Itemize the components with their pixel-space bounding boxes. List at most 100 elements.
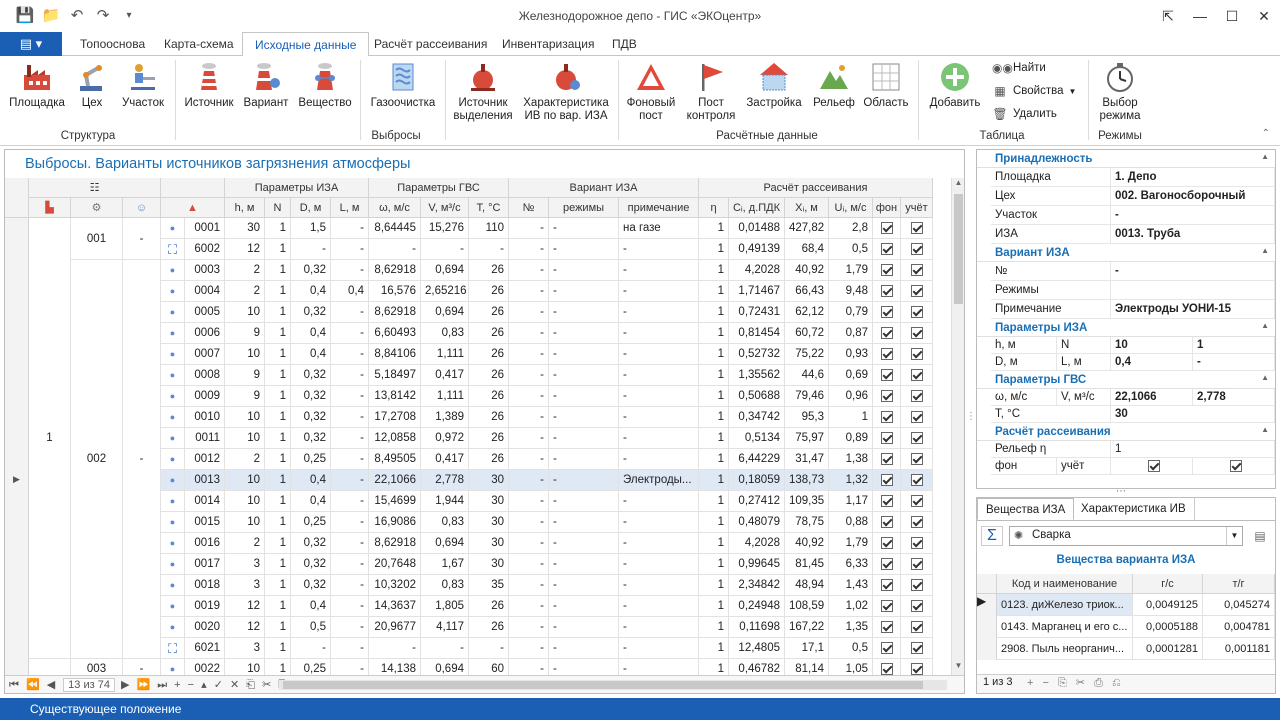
zastroyka-button[interactable]: Застройка bbox=[744, 58, 804, 110]
cell-v[interactable]: 0,417 bbox=[421, 449, 469, 470]
cell-t[interactable]: 26 bbox=[469, 344, 509, 365]
cell-v[interactable]: 1,111 bbox=[421, 344, 469, 365]
cell-u[interactable]: 1 bbox=[829, 407, 873, 428]
cell-prim[interactable]: Электроды... bbox=[619, 470, 699, 491]
cell-num[interactable]: - bbox=[509, 407, 549, 428]
column-header-eta[interactable]: η bbox=[699, 198, 729, 218]
iza-number-cell[interactable]: 0018 bbox=[185, 575, 225, 596]
cell-prim[interactable]: - bbox=[619, 596, 699, 617]
cell-n[interactable]: 1 bbox=[265, 512, 291, 533]
checkmark-icon[interactable] bbox=[880, 515, 893, 528]
property-category[interactable]: Параметры ГВС bbox=[977, 371, 1275, 389]
cell-rej[interactable]: - bbox=[549, 323, 619, 344]
substances-column-header[interactable]: т/г bbox=[1203, 574, 1275, 594]
cell-l[interactable]: - bbox=[331, 554, 369, 575]
cell-v[interactable]: 0,694 bbox=[421, 659, 469, 675]
cell-v[interactable]: 1,944 bbox=[421, 491, 469, 512]
cell-t[interactable]: 30 bbox=[469, 512, 509, 533]
cell-t[interactable]: 26 bbox=[469, 617, 509, 638]
cell-w[interactable]: 15,4699 bbox=[369, 491, 421, 512]
column-header-num[interactable]: № bbox=[509, 198, 549, 218]
cell-h[interactable]: 10 bbox=[225, 470, 265, 491]
cell-n[interactable]: 1 bbox=[265, 659, 291, 675]
cell-c[interactable]: 0,11698 bbox=[729, 617, 785, 638]
cell-c[interactable]: 0,99645 bbox=[729, 554, 785, 575]
cell-n[interactable]: 1 bbox=[265, 428, 291, 449]
cell-num[interactable]: - bbox=[509, 575, 549, 596]
cell-v[interactable]: 0,83 bbox=[421, 323, 469, 344]
cell-prim[interactable]: - bbox=[619, 239, 699, 260]
property-category[interactable]: Расчёт рассеивания bbox=[977, 423, 1275, 441]
cell-x[interactable]: 95,3 bbox=[785, 407, 829, 428]
nav-first-prev-icon[interactable]: ⏮ ⏪ ◀ bbox=[5, 678, 57, 692]
cell-u[interactable]: 0,69 bbox=[829, 365, 873, 386]
cell-prim[interactable]: - bbox=[619, 407, 699, 428]
cell-n[interactable]: 1 bbox=[265, 491, 291, 512]
collapse-icon[interactable]: ▲ bbox=[1261, 321, 1269, 330]
cell-prim[interactable]: - bbox=[619, 344, 699, 365]
checkmark-icon[interactable] bbox=[910, 494, 923, 507]
table-view-icon[interactable]: ▤ bbox=[1249, 526, 1271, 546]
checkmark-icon[interactable] bbox=[880, 326, 893, 339]
checkbox-uchet[interactable] bbox=[901, 386, 933, 407]
checkbox-uchet[interactable] bbox=[901, 344, 933, 365]
cell-v[interactable]: 1,805 bbox=[421, 596, 469, 617]
cell-eta[interactable]: 1 bbox=[699, 512, 729, 533]
cell-rej[interactable]: - bbox=[549, 659, 619, 675]
collapse-icon[interactable]: ▲ bbox=[1261, 246, 1269, 255]
checkbox-fon[interactable] bbox=[873, 533, 901, 554]
uchastok-button[interactable]: Участок bbox=[116, 58, 170, 110]
checkbox-fon[interactable] bbox=[873, 218, 901, 239]
cell-d[interactable]: 0,4 bbox=[291, 470, 331, 491]
save-icon[interactable]: 💾 bbox=[14, 5, 36, 27]
cell-eta[interactable]: 1 bbox=[699, 365, 729, 386]
post-kontrolya-button[interactable]: Пост контроля bbox=[682, 58, 740, 123]
checkbox-uchet[interactable] bbox=[901, 218, 933, 239]
cell-num[interactable]: - bbox=[509, 239, 549, 260]
iza-number-cell[interactable]: 0003 bbox=[185, 260, 225, 281]
cell-w[interactable]: 16,576 bbox=[369, 281, 421, 302]
cell-h[interactable]: 3 bbox=[225, 575, 265, 596]
substance-cell[interactable]: 0,0001281 bbox=[1133, 638, 1203, 660]
cell-d[interactable]: 0,25 bbox=[291, 449, 331, 470]
cell-x[interactable]: 79,46 bbox=[785, 386, 829, 407]
cell-h[interactable]: 10 bbox=[225, 344, 265, 365]
cell-n[interactable]: 1 bbox=[265, 575, 291, 596]
cell-l[interactable]: - bbox=[331, 365, 369, 386]
cell-x[interactable]: 81,45 bbox=[785, 554, 829, 575]
cell-u[interactable]: 1,02 bbox=[829, 596, 873, 617]
checkbox-uchet[interactable] bbox=[901, 365, 933, 386]
cell-eta[interactable]: 1 bbox=[699, 344, 729, 365]
fonovyi-post-button[interactable]: Фоновый пост bbox=[622, 58, 680, 123]
substance-cell[interactable]: 0,001181 bbox=[1203, 638, 1275, 660]
column-header-c[interactable]: Cᵢ, д.ПДК bbox=[729, 198, 785, 218]
cell-x[interactable]: 60,72 bbox=[785, 323, 829, 344]
cell-c[interactable]: 0,5134 bbox=[729, 428, 785, 449]
cell-x[interactable]: 75,97 bbox=[785, 428, 829, 449]
cell-u[interactable]: 1,43 bbox=[829, 575, 873, 596]
cell-rej[interactable]: - bbox=[549, 533, 619, 554]
cell-v[interactable]: 2,65216 bbox=[421, 281, 469, 302]
checkmark-icon[interactable] bbox=[910, 284, 923, 297]
iza-number-cell[interactable]: 0005 bbox=[185, 302, 225, 323]
checkbox-uchet[interactable] bbox=[901, 659, 933, 675]
cell-d[interactable]: - bbox=[291, 239, 331, 260]
cell-x[interactable]: 81,14 bbox=[785, 659, 829, 675]
cell-num[interactable]: - bbox=[509, 281, 549, 302]
iza-number-cell[interactable]: 0009 bbox=[185, 386, 225, 407]
cell-v[interactable]: - bbox=[421, 638, 469, 659]
cell-eta[interactable]: 1 bbox=[699, 302, 729, 323]
checkmark-icon[interactable] bbox=[880, 620, 893, 633]
cell-num[interactable]: - bbox=[509, 323, 549, 344]
cell-w[interactable]: 20,7648 bbox=[369, 554, 421, 575]
property-value[interactable]: - bbox=[1193, 354, 1275, 371]
harakteristika-iv-button[interactable]: Характеристика ИВ по вар. ИЗА bbox=[520, 58, 612, 123]
cell-w[interactable]: 8,84106 bbox=[369, 344, 421, 365]
ceh-button[interactable]: Цех bbox=[74, 58, 110, 110]
cell-u[interactable]: 1,17 bbox=[829, 491, 873, 512]
substances-column-header[interactable]: г/с bbox=[1133, 574, 1203, 594]
cell-d[interactable]: 0,32 bbox=[291, 407, 331, 428]
istochnik-button[interactable]: Источник bbox=[180, 58, 238, 110]
cell-num[interactable]: - bbox=[509, 365, 549, 386]
cell-n[interactable]: 1 bbox=[265, 638, 291, 659]
